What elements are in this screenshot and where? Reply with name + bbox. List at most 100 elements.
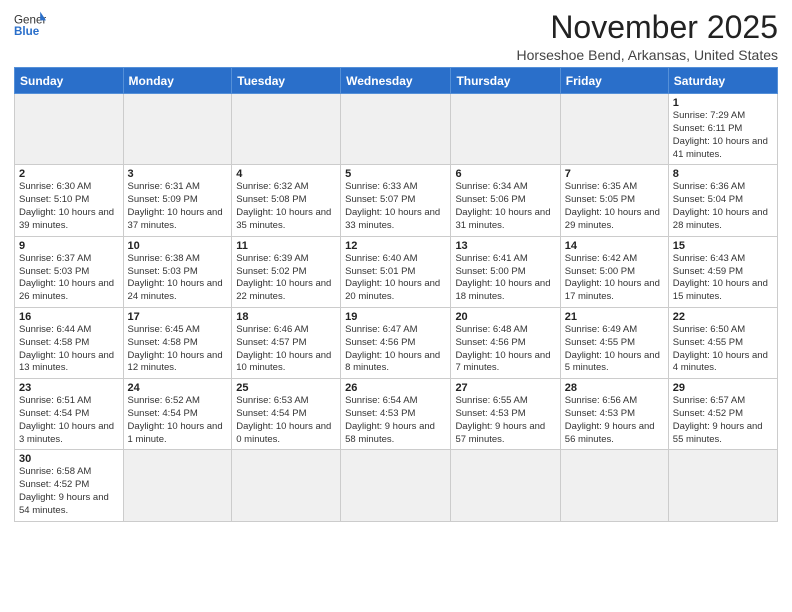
calendar-cell: 16Sunrise: 6:44 AM Sunset: 4:58 PM Dayli… (15, 307, 124, 378)
day-number: 12 (345, 240, 446, 252)
day-number: 18 (236, 311, 336, 323)
col-thursday: Thursday (451, 68, 560, 94)
calendar-cell: 20Sunrise: 6:48 AM Sunset: 4:56 PM Dayli… (451, 307, 560, 378)
day-info: Sunrise: 6:33 AM Sunset: 5:07 PM Dayligh… (345, 181, 446, 232)
day-info: Sunrise: 6:44 AM Sunset: 4:58 PM Dayligh… (19, 324, 119, 375)
day-info: Sunrise: 6:41 AM Sunset: 5:00 PM Dayligh… (455, 253, 555, 304)
day-number: 23 (19, 382, 119, 394)
day-info: Sunrise: 6:32 AM Sunset: 5:08 PM Dayligh… (236, 181, 336, 232)
day-info: Sunrise: 6:36 AM Sunset: 5:04 PM Dayligh… (673, 181, 773, 232)
header: General Blue November 2025 Horseshoe Ben… (14, 10, 778, 63)
calendar-cell: 17Sunrise: 6:45 AM Sunset: 4:58 PM Dayli… (123, 307, 232, 378)
day-info: Sunrise: 6:46 AM Sunset: 4:57 PM Dayligh… (236, 324, 336, 375)
col-friday: Friday (560, 68, 668, 94)
day-info: Sunrise: 6:49 AM Sunset: 4:55 PM Dayligh… (565, 324, 664, 375)
col-tuesday: Tuesday (232, 68, 341, 94)
day-info: Sunrise: 6:40 AM Sunset: 5:01 PM Dayligh… (345, 253, 446, 304)
day-number: 20 (455, 311, 555, 323)
day-number: 30 (19, 453, 119, 465)
svg-text:Blue: Blue (14, 25, 40, 38)
day-number: 5 (345, 168, 446, 180)
logo: General Blue (14, 10, 46, 38)
col-sunday: Sunday (15, 68, 124, 94)
day-number: 24 (128, 382, 228, 394)
day-info: Sunrise: 6:56 AM Sunset: 4:53 PM Dayligh… (565, 395, 664, 446)
calendar-cell: 23Sunrise: 6:51 AM Sunset: 4:54 PM Dayli… (15, 379, 124, 450)
title-block: November 2025 Horseshoe Bend, Arkansas, … (517, 10, 778, 63)
day-info: Sunrise: 6:55 AM Sunset: 4:53 PM Dayligh… (455, 395, 555, 446)
day-info: Sunrise: 6:53 AM Sunset: 4:54 PM Dayligh… (236, 395, 336, 446)
calendar-cell (560, 94, 668, 165)
calendar-cell: 26Sunrise: 6:54 AM Sunset: 4:53 PM Dayli… (341, 379, 451, 450)
calendar-cell: 1Sunrise: 7:29 AM Sunset: 6:11 PM Daylig… (668, 94, 777, 165)
day-number: 27 (455, 382, 555, 394)
day-number: 9 (19, 240, 119, 252)
calendar-cell: 13Sunrise: 6:41 AM Sunset: 5:00 PM Dayli… (451, 236, 560, 307)
day-number: 6 (455, 168, 555, 180)
calendar-cell: 6Sunrise: 6:34 AM Sunset: 5:06 PM Daylig… (451, 165, 560, 236)
day-number: 17 (128, 311, 228, 323)
calendar-cell: 9Sunrise: 6:37 AM Sunset: 5:03 PM Daylig… (15, 236, 124, 307)
day-info: Sunrise: 6:51 AM Sunset: 4:54 PM Dayligh… (19, 395, 119, 446)
calendar-cell (123, 450, 232, 522)
day-number: 21 (565, 311, 664, 323)
calendar-cell: 5Sunrise: 6:33 AM Sunset: 5:07 PM Daylig… (341, 165, 451, 236)
day-info: Sunrise: 6:39 AM Sunset: 5:02 PM Dayligh… (236, 253, 336, 304)
calendar-cell (668, 450, 777, 522)
calendar-cell (341, 94, 451, 165)
day-number: 2 (19, 168, 119, 180)
calendar-table: Sunday Monday Tuesday Wednesday Thursday… (14, 67, 778, 522)
day-number: 13 (455, 240, 555, 252)
day-info: Sunrise: 6:35 AM Sunset: 5:05 PM Dayligh… (565, 181, 664, 232)
day-info: Sunrise: 6:38 AM Sunset: 5:03 PM Dayligh… (128, 253, 228, 304)
calendar-cell: 30Sunrise: 6:58 AM Sunset: 4:52 PM Dayli… (15, 450, 124, 522)
page: General Blue November 2025 Horseshoe Ben… (0, 0, 792, 612)
day-info: Sunrise: 6:45 AM Sunset: 4:58 PM Dayligh… (128, 324, 228, 375)
calendar-cell: 29Sunrise: 6:57 AM Sunset: 4:52 PM Dayli… (668, 379, 777, 450)
calendar-cell: 25Sunrise: 6:53 AM Sunset: 4:54 PM Dayli… (232, 379, 341, 450)
calendar-cell: 4Sunrise: 6:32 AM Sunset: 5:08 PM Daylig… (232, 165, 341, 236)
calendar-cell: 15Sunrise: 6:43 AM Sunset: 4:59 PM Dayli… (668, 236, 777, 307)
day-info: Sunrise: 7:29 AM Sunset: 6:11 PM Dayligh… (673, 110, 773, 161)
calendar-cell (341, 450, 451, 522)
calendar-cell: 2Sunrise: 6:30 AM Sunset: 5:10 PM Daylig… (15, 165, 124, 236)
day-info: Sunrise: 6:42 AM Sunset: 5:00 PM Dayligh… (565, 253, 664, 304)
day-number: 28 (565, 382, 664, 394)
col-wednesday: Wednesday (341, 68, 451, 94)
day-number: 7 (565, 168, 664, 180)
day-info: Sunrise: 6:34 AM Sunset: 5:06 PM Dayligh… (455, 181, 555, 232)
month-title: November 2025 (517, 10, 778, 45)
calendar-cell: 21Sunrise: 6:49 AM Sunset: 4:55 PM Dayli… (560, 307, 668, 378)
calendar-cell: 14Sunrise: 6:42 AM Sunset: 5:00 PM Dayli… (560, 236, 668, 307)
day-info: Sunrise: 6:43 AM Sunset: 4:59 PM Dayligh… (673, 253, 773, 304)
day-info: Sunrise: 6:50 AM Sunset: 4:55 PM Dayligh… (673, 324, 773, 375)
day-number: 11 (236, 240, 336, 252)
day-info: Sunrise: 6:37 AM Sunset: 5:03 PM Dayligh… (19, 253, 119, 304)
day-info: Sunrise: 6:48 AM Sunset: 4:56 PM Dayligh… (455, 324, 555, 375)
location: Horseshoe Bend, Arkansas, United States (517, 47, 778, 63)
day-info: Sunrise: 6:54 AM Sunset: 4:53 PM Dayligh… (345, 395, 446, 446)
calendar-cell (451, 94, 560, 165)
calendar-cell: 3Sunrise: 6:31 AM Sunset: 5:09 PM Daylig… (123, 165, 232, 236)
day-info: Sunrise: 6:31 AM Sunset: 5:09 PM Dayligh… (128, 181, 228, 232)
calendar-cell (232, 450, 341, 522)
day-number: 10 (128, 240, 228, 252)
day-info: Sunrise: 6:30 AM Sunset: 5:10 PM Dayligh… (19, 181, 119, 232)
calendar-cell (560, 450, 668, 522)
day-info: Sunrise: 6:57 AM Sunset: 4:52 PM Dayligh… (673, 395, 773, 446)
calendar-cell: 11Sunrise: 6:39 AM Sunset: 5:02 PM Dayli… (232, 236, 341, 307)
day-info: Sunrise: 6:52 AM Sunset: 4:54 PM Dayligh… (128, 395, 228, 446)
day-number: 16 (19, 311, 119, 323)
calendar-cell: 18Sunrise: 6:46 AM Sunset: 4:57 PM Dayli… (232, 307, 341, 378)
day-number: 19 (345, 311, 446, 323)
col-saturday: Saturday (668, 68, 777, 94)
day-number: 26 (345, 382, 446, 394)
calendar-cell: 28Sunrise: 6:56 AM Sunset: 4:53 PM Dayli… (560, 379, 668, 450)
calendar-cell: 24Sunrise: 6:52 AM Sunset: 4:54 PM Dayli… (123, 379, 232, 450)
calendar-cell: 10Sunrise: 6:38 AM Sunset: 5:03 PM Dayli… (123, 236, 232, 307)
calendar-cell (451, 450, 560, 522)
day-number: 1 (673, 97, 773, 109)
col-monday: Monday (123, 68, 232, 94)
day-number: 14 (565, 240, 664, 252)
day-info: Sunrise: 6:58 AM Sunset: 4:52 PM Dayligh… (19, 466, 119, 517)
